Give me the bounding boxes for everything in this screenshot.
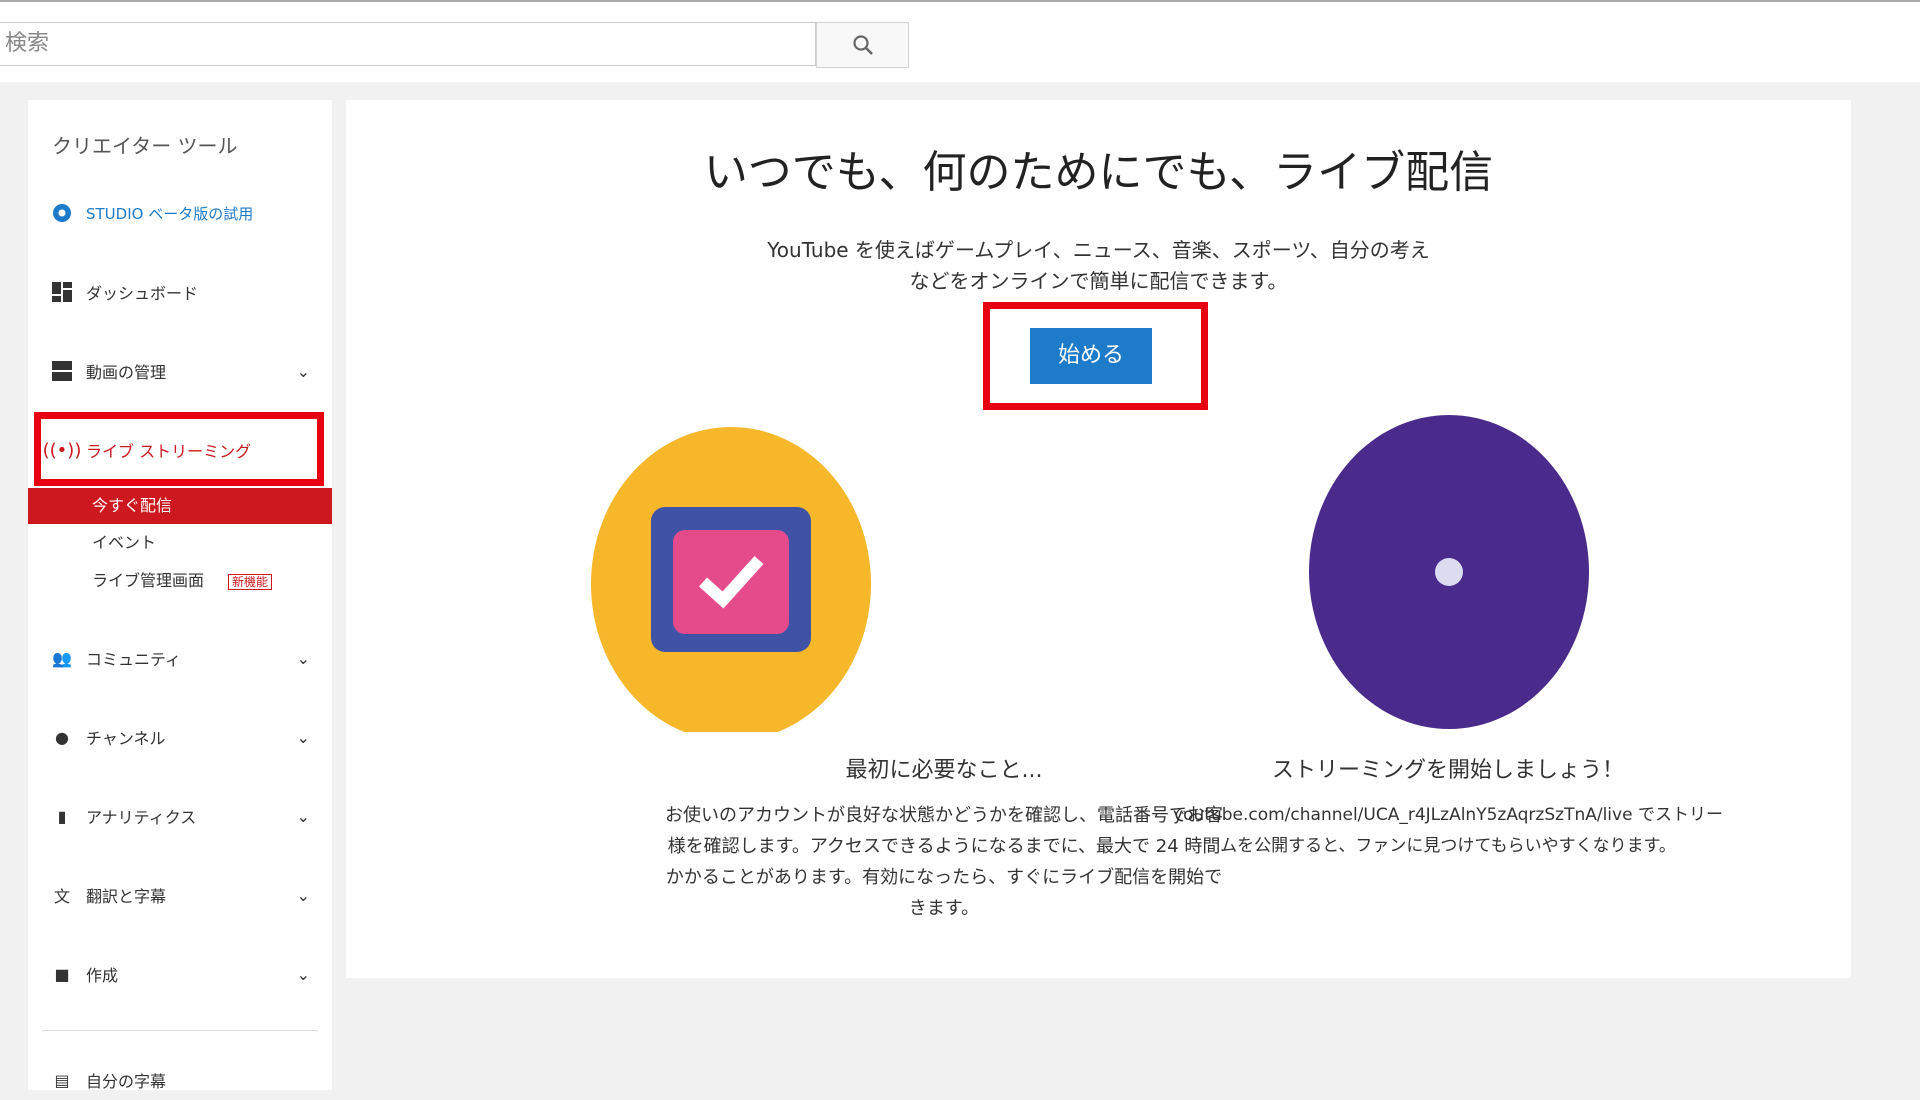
highlight-box bbox=[34, 412, 324, 486]
sub-item-events[interactable]: イベント bbox=[28, 525, 332, 561]
sidebar-item-my-subtitles[interactable]: ▤ 自分の字幕 bbox=[28, 1060, 332, 1100]
main-panel: いつでも、何のためにでも、ライブ配信 YouTube を使えばゲームプレイ、ニュ… bbox=[346, 100, 1851, 978]
sidebar: クリエイター ツール STUDIO ベータ版の試用 ダッシュボード 動画の管理 ⌄… bbox=[28, 100, 332, 1091]
sidebar-item-studio[interactable]: STUDIO ベータ版の試用 bbox=[28, 193, 332, 233]
right-text: youtube.com/channel/UCA_r4JLzAlnY5zAqrzS… bbox=[1173, 805, 1723, 856]
search-button[interactable] bbox=[816, 22, 909, 68]
bar-chart-icon: ▮ bbox=[57, 806, 67, 826]
left-title: 最初に必要なこと... bbox=[845, 758, 1043, 783]
video-manager-icon bbox=[48, 357, 76, 385]
sidebar-item-translation[interactable]: 文翻訳と字幕 ⌄ bbox=[28, 875, 332, 915]
dashboard-icon bbox=[48, 278, 76, 306]
top-bar: 検索 bbox=[0, 0, 1920, 82]
chevron-down-icon[interactable]: ⌄ bbox=[297, 807, 310, 826]
chevron-down-icon[interactable]: ⌄ bbox=[297, 886, 310, 905]
sidebar-item-videos[interactable]: 動画の管理 ⌄ bbox=[28, 351, 332, 391]
account-icon: ● bbox=[55, 727, 69, 747]
gear-icon bbox=[48, 199, 76, 227]
sidebar-item-analytics[interactable]: ▮ アナリティクス ⌄ bbox=[28, 796, 332, 836]
divider bbox=[42, 1030, 318, 1031]
subtitles-icon: ▤ bbox=[54, 1070, 70, 1090]
search-icon bbox=[852, 35, 873, 55]
sidebar-item-create[interactable]: ■ 作成 ⌄ bbox=[28, 954, 332, 994]
satellite-space-illustration bbox=[1309, 415, 1589, 729]
video-camera-icon: ■ bbox=[54, 964, 70, 984]
sidebar-header: クリエイター ツール bbox=[52, 134, 238, 158]
sidebar-item-channel[interactable]: ● チャンネル ⌄ bbox=[28, 717, 332, 757]
description: YouTube を使えばゲームプレイ、ニュース、音楽、スポーツ、自分の考え などを… bbox=[767, 238, 1430, 293]
satellite-tv-illustration bbox=[591, 427, 871, 732]
people-icon: 👥 bbox=[52, 648, 72, 668]
translate-icon: 文 bbox=[53, 887, 70, 906]
chevron-down-icon[interactable]: ⌄ bbox=[297, 649, 310, 668]
new-badge: 新機能 bbox=[228, 574, 273, 590]
right-title: ストリーミングを開始しましょう！ bbox=[1271, 758, 1624, 783]
chevron-down-icon[interactable]: ⌄ bbox=[297, 965, 310, 984]
search-input[interactable]: 検索 bbox=[0, 22, 816, 66]
sidebar-item-dashboard[interactable]: ダッシュボード bbox=[28, 272, 332, 312]
sidebar-item-community[interactable]: 👥 コミュニティ ⌄ bbox=[28, 638, 332, 678]
page-title: いつでも、何のためにでも、ライブ配信 bbox=[703, 147, 1494, 198]
sub-item-live-control[interactable]: ライブ管理画面 新機能 bbox=[28, 563, 332, 599]
sub-item-go-live[interactable]: 今すぐ配信 bbox=[28, 488, 332, 524]
chevron-down-icon[interactable]: ⌄ bbox=[297, 728, 310, 747]
chevron-down-icon[interactable]: ⌄ bbox=[297, 362, 310, 381]
start-button[interactable]: 始める bbox=[1030, 328, 1152, 384]
